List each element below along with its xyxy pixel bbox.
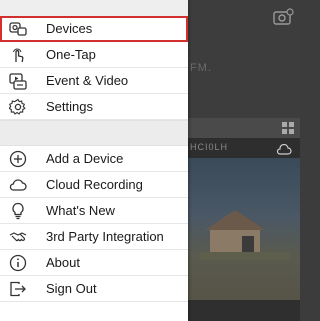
tap-icon [8,45,28,65]
info-icon [8,253,28,273]
menu-item-label: About [46,255,80,270]
house-thumbnail-icon [200,210,290,260]
devices-icon [8,19,28,39]
menu-item-add-device[interactable]: Add a Device [0,146,188,172]
lightbulb-icon [8,201,28,221]
menu-item-label: Devices [46,21,93,36]
menu-item-whats-new[interactable]: What's New [0,198,188,224]
handshake-icon [8,227,28,247]
menu-item-settings[interactable]: Settings [0,94,188,120]
menu-group-separator [0,120,188,146]
plus-circle-icon [8,149,28,169]
menu-item-label: Cloud Recording [46,177,143,192]
drawer-top-strip [0,0,188,16]
menu-item-label: What's New [46,203,115,218]
navigation-drawer: Devices One-Tap Event & Video Settings A… [0,0,188,321]
menu-item-label: 3rd Party Integration [46,229,164,244]
background-bottom-bar [188,300,300,321]
menu-item-about[interactable]: About [0,250,188,276]
menu-item-label: One-Tap [46,47,96,62]
menu-item-devices[interactable]: Devices [0,16,188,42]
sign-out-icon [8,279,28,299]
menu-item-third-party[interactable]: 3rd Party Integration [0,224,188,250]
menu-item-event-video[interactable]: Event & Video [0,68,188,94]
camera-title: HCI0LH [190,142,229,152]
camera-settings-icon[interactable] [272,8,294,26]
grid-view-icon[interactable] [282,122,294,134]
event-video-icon [8,71,28,91]
menu-item-sign-out[interactable]: Sign Out [0,276,188,302]
cloud-icon [8,175,28,195]
background-faint-text: FM. [190,62,212,74]
gear-icon [8,97,28,117]
menu-item-label: Event & Video [46,73,129,88]
menu-item-one-tap[interactable]: One-Tap [0,42,188,68]
menu-item-cloud-recording[interactable]: Cloud Recording [0,172,188,198]
menu-item-label: Sign Out [46,281,97,296]
menu-item-label: Settings [46,99,93,114]
cloud-icon [276,144,292,155]
menu-item-label: Add a Device [46,151,124,166]
